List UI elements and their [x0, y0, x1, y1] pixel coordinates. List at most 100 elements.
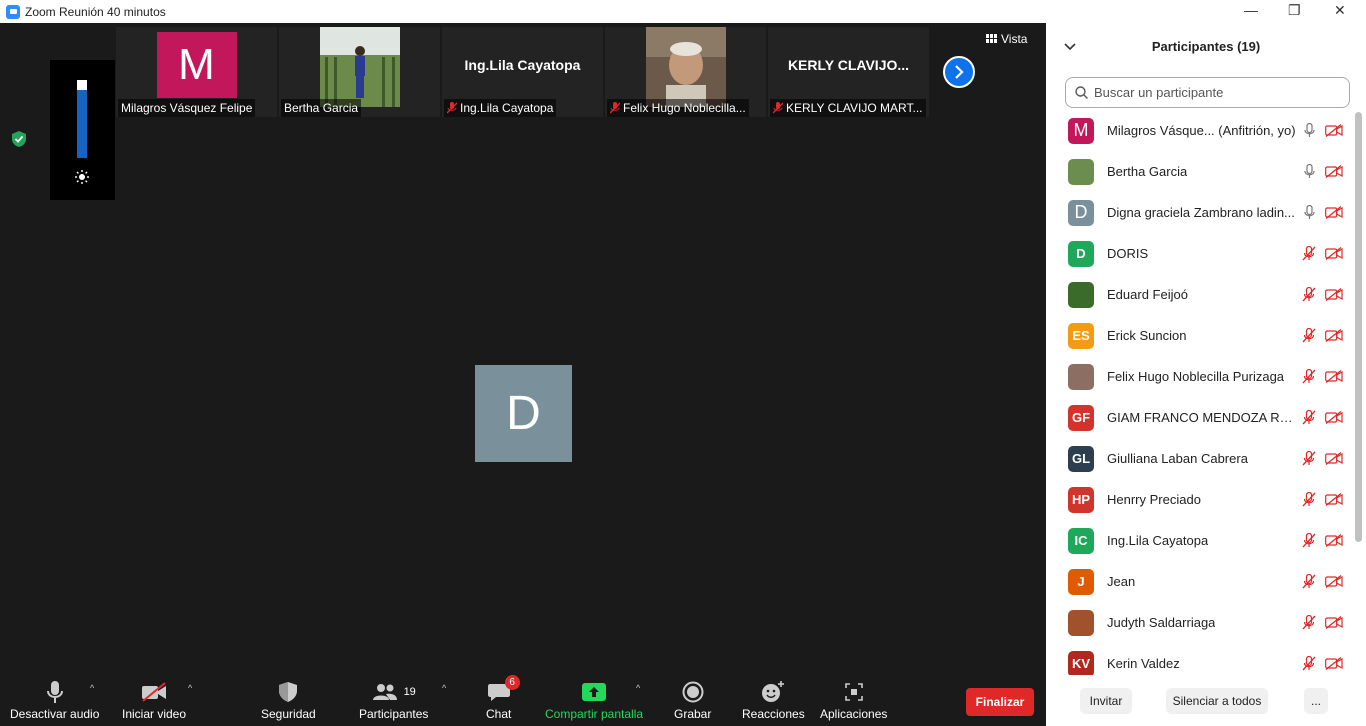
- video-off-icon[interactable]: [1325, 164, 1343, 183]
- mute-button[interactable]: Desactivar audio: [10, 677, 99, 721]
- participant-name: Ing.Lila Cayatopa: [1107, 533, 1209, 548]
- participant-name: Judyth Saldarriaga: [1107, 615, 1216, 630]
- participant-row[interactable]: D Digna graciela Zambrano ladin...: [1046, 192, 1354, 233]
- mic-muted-icon[interactable]: [1302, 245, 1316, 266]
- video-tile[interactable]: Ing.Lila Cayatopa Ing.Lila Cayatopa: [442, 27, 603, 117]
- participant-avatar: [1068, 281, 1094, 308]
- participant-row[interactable]: GF GIAM FRANCO MENDOZA RA...: [1046, 397, 1354, 438]
- panel-scrollbar[interactable]: [1355, 112, 1362, 542]
- chevron-right-icon: [955, 65, 964, 79]
- participants-options-caret[interactable]: ^: [442, 683, 446, 693]
- participant-row[interactable]: KV Kerin Valdez: [1046, 643, 1354, 675]
- mic-muted-icon[interactable]: [1302, 573, 1316, 594]
- mic-muted-icon[interactable]: [1302, 491, 1316, 512]
- video-area: M Milagros Vásquez Felipe Bertha Garcia …: [0, 23, 1046, 673]
- participant-list: M Milagros Vásque... (Anfitrión, yo) Berth…: [1046, 110, 1354, 675]
- microphone-icon[interactable]: [1304, 204, 1315, 225]
- audio-options-caret[interactable]: ^: [90, 683, 94, 693]
- video-off-icon[interactable]: [1325, 492, 1343, 511]
- minimize-button[interactable]: —: [1244, 2, 1258, 18]
- video-off-icon[interactable]: [1325, 287, 1343, 306]
- participant-avatar: HP: [1068, 486, 1094, 513]
- video-tile[interactable]: KERLY CLAVIJO... KERLY CLAVIJO MART...: [768, 27, 929, 117]
- mic-muted-icon[interactable]: [1302, 327, 1316, 348]
- participant-avatar: GF: [1068, 404, 1094, 431]
- video-off-icon[interactable]: [1325, 328, 1343, 347]
- brightness-icon[interactable]: [75, 170, 89, 189]
- video-off-icon[interactable]: [1325, 574, 1343, 593]
- microphone-icon: [46, 681, 63, 703]
- video-off-icon[interactable]: [1325, 656, 1343, 675]
- mic-muted-icon[interactable]: [1302, 655, 1316, 675]
- participants-button[interactable]: 19 Participantes: [359, 677, 428, 721]
- participant-row[interactable]: GL Giulliana Laban Cabrera: [1046, 438, 1354, 479]
- mic-muted-icon[interactable]: [1302, 614, 1316, 635]
- reactions-button[interactable]: Reacciones: [742, 677, 805, 721]
- microphone-icon[interactable]: [1304, 163, 1315, 184]
- participant-photo: [645, 27, 726, 107]
- participant-row[interactable]: IC Ing.Lila Cayatopa: [1046, 520, 1354, 561]
- share-options-caret[interactable]: ^: [636, 683, 640, 693]
- end-meeting-button[interactable]: Finalizar: [966, 688, 1034, 716]
- tile-display-name: Ing.Lila Cayatopa: [464, 57, 581, 73]
- mic-muted-icon[interactable]: [1302, 368, 1316, 389]
- video-off-icon[interactable]: [1325, 369, 1343, 388]
- participant-avatar: D: [1068, 240, 1094, 267]
- video-off-icon[interactable]: [1325, 205, 1343, 224]
- video-off-icon[interactable]: [1325, 533, 1343, 552]
- tile-name: Ing.Lila Cayatopa: [444, 99, 557, 117]
- tile-name: KERLY CLAVIJO MART...: [770, 99, 926, 117]
- participant-row[interactable]: ES Erick Suncion: [1046, 315, 1354, 356]
- video-off-icon[interactable]: [1325, 615, 1343, 634]
- apps-icon: [844, 683, 863, 701]
- tile-display-name: KERLY CLAVIJO...: [787, 57, 910, 73]
- video-tile[interactable]: Felix Hugo Noblecilla...: [605, 27, 766, 117]
- participant-row[interactable]: HP Henrry Preciado: [1046, 479, 1354, 520]
- video-options-caret[interactable]: ^: [188, 683, 192, 693]
- record-icon: [682, 681, 704, 703]
- close-button[interactable]: ✕: [1334, 2, 1346, 19]
- participant-row[interactable]: Eduard Feijoó: [1046, 274, 1354, 315]
- mute-all-button[interactable]: Silenciar a todos: [1166, 688, 1268, 714]
- security-button[interactable]: Seguridad: [261, 677, 316, 721]
- participant-row[interactable]: J Jean: [1046, 561, 1354, 602]
- encryption-shield-icon[interactable]: [11, 130, 27, 153]
- participant-name: DORIS: [1107, 246, 1149, 261]
- participant-row[interactable]: Bertha Garcia: [1046, 151, 1354, 192]
- active-speaker-avatar: D: [475, 365, 572, 462]
- search-box[interactable]: [1065, 77, 1350, 108]
- video-tile[interactable]: Bertha Garcia: [279, 27, 440, 117]
- video-off-icon[interactable]: [1325, 451, 1343, 470]
- next-page-button[interactable]: [943, 56, 975, 88]
- apps-button[interactable]: Aplicaciones: [820, 677, 887, 721]
- mic-muted-icon[interactable]: [1302, 409, 1316, 430]
- tile-name: Milagros Vásquez Felipe: [118, 99, 256, 117]
- participants-icon: [372, 684, 397, 700]
- mic-muted-icon[interactable]: [1302, 532, 1316, 553]
- view-button[interactable]: Vista: [986, 32, 1027, 46]
- window-titlebar: Zoom Reunión 40 minutos: [0, 0, 1046, 23]
- more-options-button[interactable]: ...: [1304, 688, 1328, 714]
- share-screen-icon: [582, 683, 607, 701]
- participant-avatar: [1068, 158, 1094, 185]
- video-off-icon[interactable]: [1325, 246, 1343, 265]
- chat-button[interactable]: 6 Chat: [486, 675, 520, 721]
- start-video-button[interactable]: Iniciar video: [122, 677, 186, 721]
- share-screen-button[interactable]: Compartir pantalla: [545, 677, 643, 721]
- mic-muted-icon[interactable]: [1302, 286, 1316, 307]
- video-off-icon[interactable]: [1325, 410, 1343, 429]
- video-tile[interactable]: M Milagros Vásquez Felipe: [116, 27, 277, 117]
- mic-muted-icon[interactable]: [1302, 450, 1316, 471]
- participant-row[interactable]: Judyth Saldarriaga: [1046, 602, 1354, 643]
- video-off-icon[interactable]: [1325, 123, 1343, 142]
- record-button[interactable]: Grabar: [674, 677, 711, 721]
- tile-avatar: M: [156, 32, 237, 98]
- microphone-icon[interactable]: [1304, 122, 1315, 143]
- search-input[interactable]: [1094, 85, 1334, 100]
- maximize-button[interactable]: ❐: [1288, 2, 1301, 19]
- participant-row[interactable]: Felix Hugo Noblecilla Purizaga: [1046, 356, 1354, 397]
- invite-button[interactable]: Invitar: [1080, 688, 1132, 714]
- participant-row[interactable]: M Milagros Vásque... (Anfitrión, yo): [1046, 110, 1354, 151]
- participant-row[interactable]: D DORIS: [1046, 233, 1354, 274]
- video-off-icon: [142, 682, 167, 702]
